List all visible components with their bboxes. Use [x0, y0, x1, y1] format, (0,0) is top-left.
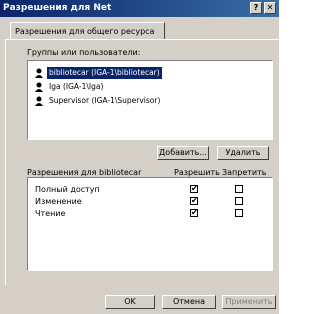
user-icon: [35, 68, 43, 78]
deny-full-checkbox[interactable]: [235, 185, 243, 193]
window-title: Разрешения для Net: [3, 3, 112, 13]
deny-change-checkbox[interactable]: [235, 197, 243, 205]
close-button[interactable]: ✕: [264, 2, 276, 14]
help-button[interactable]: ?: [250, 2, 262, 14]
deny-header: Запретить: [222, 168, 267, 177]
list-item-label: bibliotecar (IGA-1\bibliotecar): [47, 67, 162, 79]
permission-name: Чтение: [35, 209, 66, 218]
title-bar: Разрешения для Net ? ✕: [0, 0, 279, 17]
user-icon: [35, 96, 43, 106]
allow-full-checkbox[interactable]: ✔: [190, 185, 198, 193]
permissions-title: Разрешения для bibliotecar: [27, 168, 142, 177]
users-listbox[interactable]: bibliotecar (IGA-1\bibliotecar) Iga (IGA…: [27, 60, 273, 140]
allow-change-checkbox[interactable]: ✔: [190, 197, 198, 205]
tab-share-permissions[interactable]: Разрешения для общего ресурса: [10, 22, 165, 40]
ok-button[interactable]: OK: [105, 295, 155, 309]
groups-label: Группы или пользователи:: [27, 48, 141, 57]
permissions-dialog: Разрешения для Net ? ✕ Разрешения для об…: [0, 0, 279, 314]
permission-name: Изменение: [35, 197, 82, 206]
allow-header: Разрешить: [174, 168, 220, 177]
permissions-list: Полный доступ Изменение Чтение ✔ ✔ ✔: [27, 177, 273, 271]
list-item-label: Iga (IGA-1\Iga): [49, 82, 104, 91]
add-button[interactable]: Добавить...: [157, 146, 209, 160]
allow-read-checkbox[interactable]: ✔: [190, 209, 198, 217]
list-item-label: Supervisor (IGA-1\Supervisor): [49, 96, 161, 105]
cancel-button[interactable]: Отмена: [162, 295, 216, 309]
remove-button[interactable]: Удалить: [217, 146, 269, 160]
apply-button[interactable]: Применить: [222, 295, 276, 309]
deny-read-checkbox[interactable]: [235, 209, 243, 217]
permission-name: Полный доступ: [35, 185, 100, 194]
user-icon: [35, 82, 43, 92]
